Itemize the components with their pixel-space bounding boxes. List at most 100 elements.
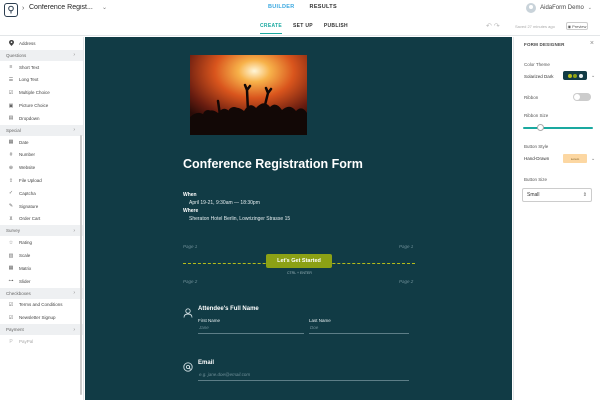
hero-image[interactable] (190, 55, 307, 135)
sidebar-item-label: Number (19, 152, 36, 158)
keyboard-hint: CTRL + ENTER (287, 271, 312, 275)
button-style-value[interactable]: Hand-Drawn (524, 156, 549, 161)
captcha-icon: ✓ (8, 190, 14, 197)
close-icon[interactable]: × (590, 40, 594, 47)
first-name-label: First Name (198, 318, 221, 323)
tab-builder[interactable]: BUILDER (268, 4, 295, 10)
form-title[interactable]: Conference Regist... (29, 4, 101, 11)
select-arrows-icon: ⇕ (582, 192, 587, 198)
sidebar-item-newsletter-signup[interactable]: ☑ Newsletter Signup (0, 311, 83, 324)
button-size-select[interactable]: Small ⇕ (522, 188, 592, 202)
first-name-input[interactable]: Jane (198, 325, 304, 334)
undo-redo-icons[interactable]: ↶↷ (486, 22, 502, 30)
section-title: Special (6, 127, 21, 133)
person-icon (183, 305, 193, 318)
email-input[interactable]: e.g. jane.doe@email.com (198, 372, 409, 381)
globe-icon: ⊕ (8, 164, 14, 171)
chevron-down-icon[interactable]: ⌄ (591, 73, 595, 79)
page-label: Page 2 (183, 279, 198, 284)
sidebar-item-picture-choice[interactable]: ▣ Picture Choice (0, 99, 83, 112)
number-icon: # (9, 151, 13, 158)
app-logo-icon[interactable] (4, 3, 18, 17)
sidebar-section-questions[interactable]: Questions › (0, 49, 83, 61)
star-icon: ☆ (8, 239, 14, 246)
sidebar-item-label: Scale (19, 253, 31, 259)
section-title: Survey (6, 228, 21, 234)
pen-icon: ✎ (8, 203, 14, 210)
preview-label: Preview (572, 23, 587, 29)
slider-icon: ⊶ (8, 278, 14, 285)
paypal-icon: P (9, 338, 13, 345)
chevron-down-icon[interactable]: ⌄ (102, 4, 107, 11)
sidebar-item-signature[interactable]: ✎ Signature (0, 200, 83, 213)
sidebar-item-label: Newsletter Signup (19, 315, 56, 321)
sidebar-item-label: Date (19, 139, 29, 145)
swatch-dot (578, 73, 583, 78)
sidebar-item-long-text[interactable]: ☰ Long Text (0, 74, 83, 87)
sidebar-item-slider[interactable]: ⊶ Slider (0, 275, 83, 288)
sub-tabs: CREATE SET UP PUBLISH (260, 23, 348, 34)
sidebar-item-label: Dropdown (19, 115, 40, 121)
sidebar-section-special[interactable]: Special › (0, 124, 83, 136)
calendar-icon: ▦ (8, 139, 14, 146)
tab-set-up[interactable]: SET UP (293, 23, 313, 34)
ribbon-toggle[interactable] (573, 93, 591, 101)
sidebar-section-checkboxes[interactable]: Checkboxes › (0, 287, 83, 299)
sidebar-scrollbar[interactable] (80, 135, 82, 395)
sidebar-item-number[interactable]: # Number (0, 149, 83, 162)
short-text-icon: ≡ (9, 64, 13, 71)
ribbon-size-label: Ribbon Size (524, 113, 549, 118)
sidebar-item-file-upload[interactable]: ⇪ File Upload (0, 174, 83, 187)
sidebar-item-multiple-choice[interactable]: ☑ Multiple Choice (0, 86, 83, 99)
name-field-title[interactable]: Attendee's Full Name (198, 306, 259, 312)
sidebar-item-rating[interactable]: ☆ Rating (0, 236, 83, 249)
sidebar-item-date[interactable]: ▦ Date (0, 136, 83, 149)
button-style-preview[interactable]: Lorem (563, 154, 587, 163)
sidebar-item-address[interactable]: Address (0, 37, 83, 50)
tab-create[interactable]: CREATE (260, 23, 282, 34)
color-theme-value[interactable]: Solarized Dark (524, 74, 554, 79)
avatar (526, 3, 537, 13)
sidebar-item-matrix[interactable]: ▦ Matrix (0, 262, 83, 275)
sidebar-item-captcha[interactable]: ✓ Captcha (0, 187, 83, 200)
question-sidebar: Address Questions › ≡ Short Text ☰ Long … (0, 37, 84, 400)
where-label: Where (183, 208, 199, 214)
lets-get-started-button[interactable]: Let's Get Started (266, 254, 332, 268)
form-heading[interactable]: Conference Registration Form (183, 157, 363, 171)
last-name-input[interactable]: Doe (309, 325, 409, 334)
email-field-title[interactable]: Email (198, 360, 214, 366)
preview-button[interactable]: ◉ Preview (566, 22, 588, 30)
sidebar-item-scale[interactable]: ▥ Scale (0, 249, 83, 262)
button-size-label: Button Size (524, 177, 548, 182)
main-tabs: BUILDER RESULTS (268, 4, 337, 10)
sidebar-item-label: Slider (19, 278, 31, 284)
sidebar-item-order-cart[interactable]: ⊻ Order Cart (0, 213, 83, 226)
tab-results[interactable]: RESULTS (310, 4, 337, 10)
swatch-dot (573, 73, 577, 78)
upload-icon: ⇪ (8, 177, 14, 184)
sidebar-item-label: Multiple Choice (19, 90, 50, 96)
chevron-down-icon[interactable]: ⌄ (591, 156, 595, 162)
sidebar-item-website[interactable]: ⊕ Website (0, 161, 83, 174)
sidebar-item-label: Long Text (19, 77, 39, 83)
color-theme-swatch[interactable] (563, 71, 587, 80)
sidebar-item-terms-and-conditions[interactable]: ☑ Terms and Conditions (0, 299, 83, 312)
page-label: Page 1 (183, 244, 198, 249)
sidebar-section-payment[interactable]: Payment › (0, 324, 83, 336)
panel-title: FORM DESIGNER (524, 42, 565, 47)
ribbon-size-slider[interactable] (523, 127, 593, 129)
sidebar-item-label: Picture Choice (19, 103, 49, 109)
sidebar-item-paypal[interactable]: P PayPal (0, 335, 83, 348)
sidebar-item-label: Rating (19, 240, 33, 246)
slider-handle[interactable] (537, 124, 544, 131)
sidebar-item-dropdown[interactable]: ▤ Dropdown (0, 112, 83, 125)
form-designer-panel: FORM DESIGNER × Color Theme Solarized Da… (513, 37, 600, 400)
sidebar-section-survey[interactable]: Survey › (0, 225, 83, 237)
chevron-right-icon: › (73, 227, 75, 234)
sidebar-item-label: Short Text (19, 64, 40, 70)
dropdown-icon: ▤ (8, 115, 14, 122)
top-bar: › Conference Regist... ⌄ BUILDER RESULTS… (0, 0, 600, 36)
sidebar-item-short-text[interactable]: ≡ Short Text (0, 61, 83, 74)
tab-publish[interactable]: PUBLISH (324, 23, 348, 34)
user-menu[interactable]: AidaForm Demo ⌄ (526, 3, 592, 13)
